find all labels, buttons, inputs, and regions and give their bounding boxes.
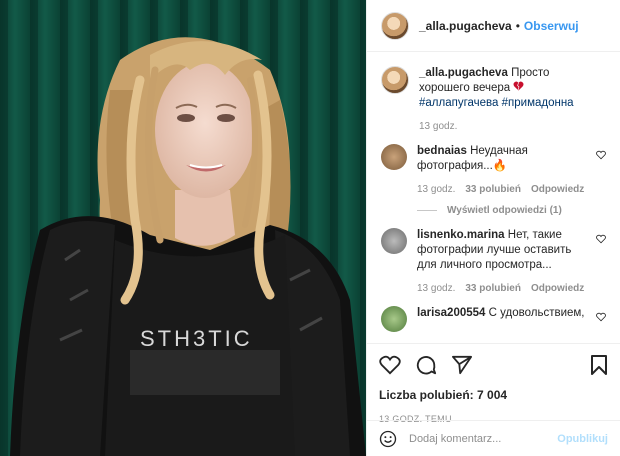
- caption-hashtags[interactable]: #аллапугачева #примадонна: [419, 97, 574, 109]
- comment-time: 13 godz.: [417, 283, 456, 294]
- caption-avatar[interactable]: [381, 66, 409, 94]
- comment-like-heart-icon[interactable]: [596, 234, 606, 244]
- caption-time: 13 godz.: [419, 121, 458, 132]
- author-username[interactable]: _alla.pugacheva: [419, 19, 512, 33]
- comment-icon[interactable]: [415, 354, 437, 376]
- comment-like-heart-icon[interactable]: [596, 150, 606, 160]
- replies-line: [417, 210, 437, 211]
- likes-number: 7 004: [477, 388, 508, 402]
- view-replies-label: Wyświetl odpowiedzi (1): [447, 205, 562, 216]
- comment-like-heart-icon[interactable]: [596, 312, 606, 322]
- comment-likes[interactable]: 33 polubień: [465, 281, 521, 296]
- share-icon[interactable]: [451, 355, 473, 375]
- post-header: _alla.pugacheva • Obserwuj: [367, 0, 620, 52]
- fire-emoji-icon: 🔥: [492, 160, 508, 172]
- instagram-post: STH3TIC _alla.pugacheva • Obserwuj _alla…: [0, 0, 620, 456]
- comment-time: 13 godz.: [417, 184, 456, 195]
- publish-button[interactable]: Opublikuj: [557, 433, 608, 445]
- post-side-panel: _alla.pugacheva • Obserwuj _alla.pugache…: [366, 0, 620, 456]
- comment-username[interactable]: larisa200554: [417, 307, 485, 319]
- reply-button[interactable]: Odpowiedz: [531, 281, 584, 296]
- author-avatar[interactable]: [381, 11, 409, 40]
- comment-item: lisnenko.marina Нет, такие фотографии лу…: [381, 228, 606, 296]
- comment-username[interactable]: bednaias: [417, 145, 467, 157]
- comment-username[interactable]: lisnenko.marina: [417, 229, 505, 241]
- photo-illustration: STH3TIC: [0, 0, 366, 456]
- comment-item: larisa200554 С удовольствием,: [381, 306, 606, 332]
- heart-icon[interactable]: [379, 355, 401, 375]
- post-actions: Liczba polubień: 7 004 13 GODZ. TEMU: [367, 343, 620, 424]
- likes-count[interactable]: Liczba polubień: 7 004: [379, 388, 608, 402]
- emoji-icon[interactable]: [379, 430, 397, 448]
- shirt-print: STH3TIC: [140, 326, 253, 351]
- separator-dot: •: [515, 18, 520, 33]
- reply-button[interactable]: Odpowiedz: [531, 182, 584, 197]
- comment-likes[interactable]: 33 polubień: [465, 182, 521, 197]
- broken-heart-emoji-icon: [513, 81, 524, 91]
- likes-label: Liczba polubień:: [379, 388, 474, 402]
- comments-list[interactable]: _alla.pugacheva Просто хорошего вечера #…: [367, 52, 620, 343]
- add-comment-bar: Opublikuj: [367, 420, 620, 456]
- caption: _alla.pugacheva Просто хорошего вечера #…: [381, 66, 606, 134]
- post-photo[interactable]: STH3TIC: [0, 0, 366, 456]
- comment-item: bednaias Неудачная фотография...🔥 13 god…: [381, 144, 606, 197]
- comment-input[interactable]: [407, 431, 558, 446]
- follow-button[interactable]: Obserwuj: [524, 19, 579, 33]
- caption-username[interactable]: _alla.pugacheva: [419, 67, 508, 79]
- bookmark-icon[interactable]: [590, 354, 608, 376]
- view-replies-button[interactable]: Wyświetl odpowiedzi (1): [417, 205, 606, 216]
- comment-text: С удовольствием,: [488, 307, 585, 319]
- comment-avatar[interactable]: [381, 144, 407, 170]
- comment-avatar[interactable]: [381, 228, 407, 254]
- comment-avatar[interactable]: [381, 306, 407, 332]
